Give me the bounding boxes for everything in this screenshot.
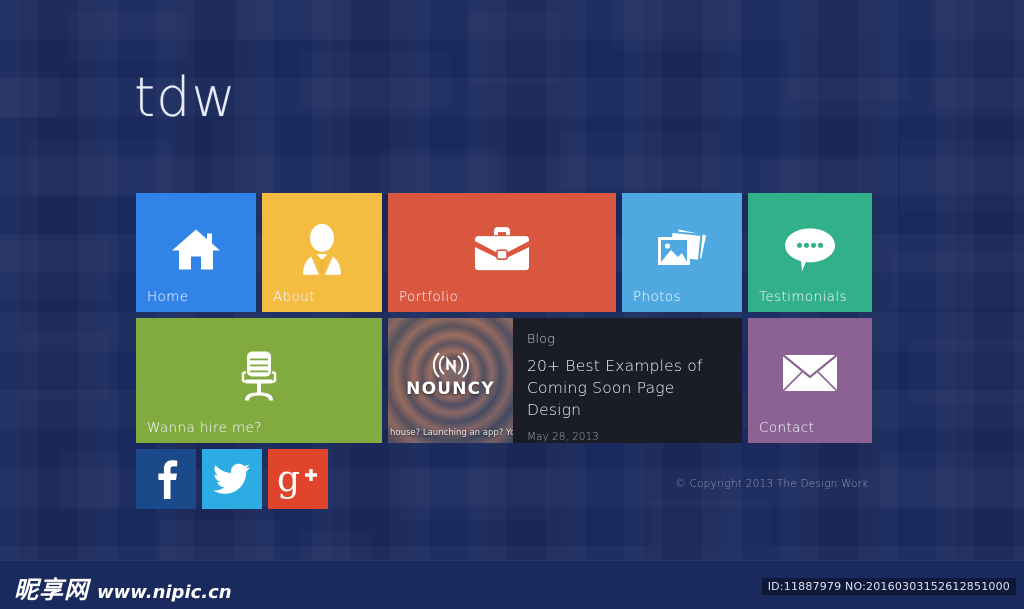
speech-bubble-icon <box>748 226 872 272</box>
svg-text:g: g <box>277 459 300 499</box>
site-logo[interactable]: tdw <box>134 68 237 128</box>
tile-label: Testimonials <box>759 289 847 305</box>
social-twitter[interactable] <box>202 449 262 509</box>
facebook-icon <box>158 460 178 499</box>
tile-label: Wanna hire me? <box>147 420 262 436</box>
tile-testimonials[interactable]: Testimonials <box>748 193 872 312</box>
copyright-text: © Copyright 2013 The Design Work. <box>675 478 872 490</box>
tile-label: Photos <box>633 289 681 305</box>
watermark-url: www.nipic.cn <box>97 582 232 603</box>
social-facebook[interactable] <box>136 449 196 509</box>
tile-about[interactable]: About <box>262 193 382 312</box>
envelope-icon <box>748 353 872 393</box>
tile-label: Home <box>147 289 189 305</box>
watermark-brand-cn: 昵享网 <box>14 576 89 604</box>
tile-blog[interactable]: NOUNCY house? Launching an app? Your dog… <box>388 318 742 443</box>
nouncy-brand: NOUNCY <box>406 379 495 399</box>
tile-grid: Home About Portfolio Photos Testimonials… <box>136 193 872 443</box>
office-chair-icon <box>136 348 382 404</box>
page-root: tdw Home About Portfolio Photos Testimon… <box>0 0 1024 609</box>
blog-kicker: Blog <box>527 331 556 346</box>
watermark-bar: 昵享网 www.nipic.cn ID:11887979 NO:20160303… <box>0 560 1024 609</box>
person-icon <box>262 222 382 275</box>
blog-thumbnail: NOUNCY house? Launching an app? Your dog <box>388 318 513 443</box>
social-googleplus[interactable]: g <box>268 449 328 509</box>
house-icon <box>136 227 256 271</box>
social-links: g <box>136 449 328 509</box>
blog-date: May 28, 2013 <box>527 431 599 443</box>
tile-home[interactable]: Home <box>136 193 256 312</box>
tile-label: About <box>273 289 315 305</box>
blog-body: Blog 20+ Best Examples of Coming Soon Pa… <box>513 318 742 443</box>
tile-hire[interactable]: Wanna hire me? <box>136 318 382 443</box>
twitter-icon <box>213 463 250 494</box>
nouncy-caption: house? Launching an app? Your dog <box>390 428 513 438</box>
watermark-id: ID:11887979 NO:20160303152612851000 <box>761 578 1016 595</box>
briefcase-icon <box>388 225 616 273</box>
photos-icon <box>622 224 742 274</box>
blog-title: 20+ Best Examples of Coming Soon Page De… <box>527 357 703 419</box>
tile-photos[interactable]: Photos <box>622 193 742 312</box>
tile-label: Contact <box>759 420 815 436</box>
tile-label: Portfolio <box>399 289 459 305</box>
google-plus-icon: g <box>277 459 317 499</box>
watermark-brand: 昵享网 www.nipic.cn <box>14 570 232 605</box>
tile-contact[interactable]: Contact <box>748 318 872 443</box>
tile-portfolio[interactable]: Portfolio <box>388 193 616 312</box>
